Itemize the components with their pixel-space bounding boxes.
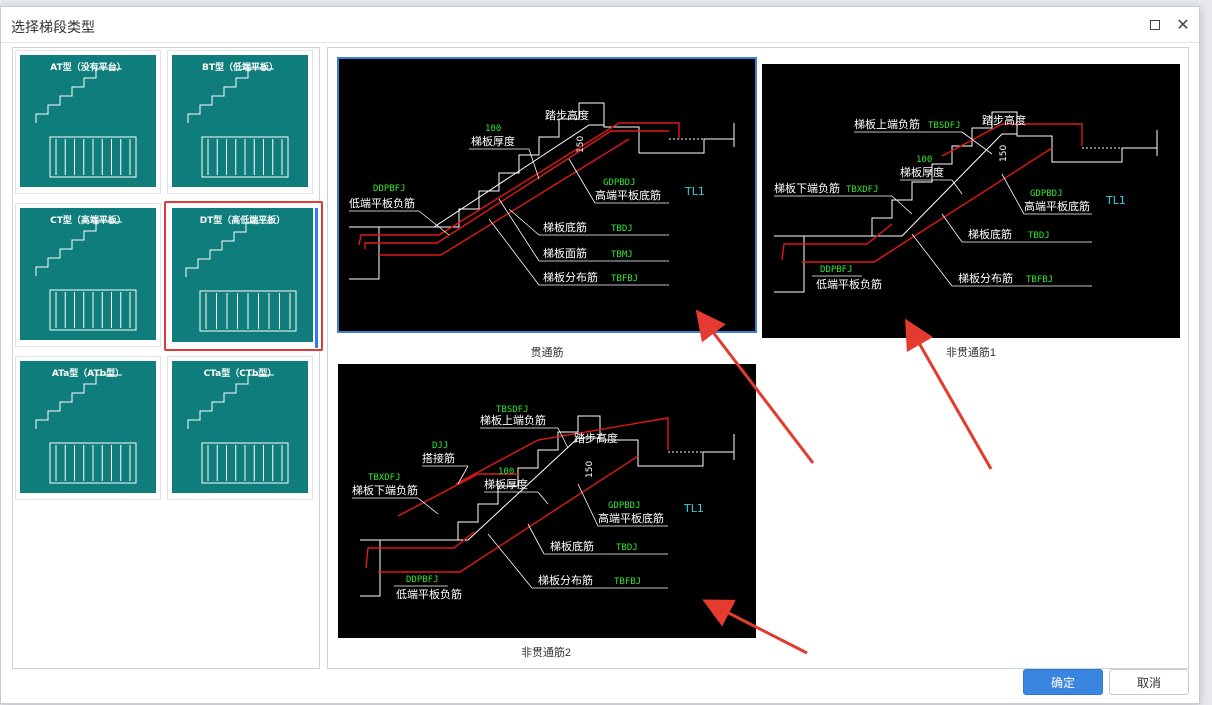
label-face-bar: 梯板面筋 [543,246,587,260]
rebar-diagram: 梯板上端负筋 踏步高度 150 梯板厚度 梯板下端负筋 高端平板底筋 梯板底筋 … [774,111,1158,293]
code-tbxdfj: TBXDFJ [846,185,879,195]
rebar-diagram: 梯板上端负筋 踏步高度 150 搭接筋 梯板下端负筋 梯板厚度 高端平板底筋 梯… [352,405,735,601]
cancel-button[interactable]: 取消 [1109,669,1189,695]
label-thickness: 梯板厚度 [471,134,515,148]
code-tbmj: TBMJ [611,250,633,260]
code-tbdj: TBDJ [611,224,633,234]
code-tbdj: TBDJ [1028,231,1050,241]
label-100: 100 [916,155,932,165]
code-tbxdfj: TBXDFJ [368,473,401,483]
label-lower-neg: 梯板下端负筋 [352,483,418,497]
rebar-option-non-through-1[interactable]: 梯板上端负筋 踏步高度 150 梯板厚度 梯板下端负筋 高端平板底筋 梯板底筋 … [762,64,1180,338]
rebar-option-caption: 非贯通筋1 [945,347,997,359]
rebar-option-panel: 踏步高度 150 梯板厚度 低端平板负筋 高端平板底筋 梯板底筋 梯板面筋 梯板… [327,47,1189,669]
label-dist-bar: 梯板分布筋 [543,270,598,284]
label-high-bottom: 高端平板底筋 [1024,199,1090,213]
code-tbsdfj: TBSDFJ [496,405,529,415]
title-bar: 选择梯段类型 ✕ [1,7,1199,43]
label-lower-neg: 梯板下端负筋 [774,181,840,195]
stair-type-list: AT型（没有平台） BT型（低端平板） CT型（高端平板） DT型（高低端平板）… [12,47,323,669]
rebar-option-through[interactable]: 踏步高度 150 梯板厚度 低端平板负筋 高端平板底筋 梯板底筋 梯板面筋 梯板… [337,57,757,333]
stair-type-cta[interactable]: CTa型（CTb型） [167,356,313,500]
label-bottom-bar: 梯板底筋 [543,220,587,234]
code-tbdj: TBDJ [616,543,638,553]
code-ddpbfj: DDPBFJ [373,184,406,194]
label-100: 100 [498,467,514,477]
label-low-neg: 低端平板负筋 [396,587,462,601]
label-dist-bar: 梯板分布筋 [958,271,1013,285]
rebar-option-non-through-2[interactable]: 梯板上端负筋 踏步高度 150 搭接筋 梯板下端负筋 梯板厚度 高端平板底筋 梯… [338,364,756,638]
rebar-diagram: 踏步高度 150 梯板厚度 低端平板负筋 高端平板底筋 梯板底筋 梯板面筋 梯板… [349,102,735,286]
code-gdpbdj: GDPBDJ [608,501,641,511]
stair-type-ct[interactable]: CT型（高端平板） [15,203,161,347]
label-150: 150 [576,136,586,153]
code-ddpbfj: DDPBFJ [820,265,853,275]
label-low-neg: 低端平板负筋 [816,277,882,291]
label-high-bottom: 高端平板底筋 [595,188,661,202]
label-upper-neg: 梯板上端负筋 [480,413,546,427]
code-tbfbj: TBFBJ [611,274,638,284]
label-thickness: 梯板厚度 [484,477,528,491]
code-tbsdfj: TBSDFJ [928,121,961,131]
label-150: 150 [999,145,1009,162]
label-step-height: 踏步高度 [982,113,1026,127]
rebar-option-caption: 非贯通筋2 [520,647,572,659]
label-high-bottom: 高端平板底筋 [598,511,664,525]
label-low-neg: 低端平板负筋 [349,196,415,210]
code-gdpbdj: GDPBDJ [1030,189,1063,199]
scrollbar-thumb[interactable] [315,208,318,348]
code-tbfbj: TBFBJ [1026,275,1053,285]
rebar-option-caption: 贯通筋 [530,347,564,359]
label-tl1: TL1 [683,502,704,515]
label-step-height: 踏步高度 [545,108,589,122]
code-djj: DJJ [432,441,448,451]
label-150: 150 [585,461,595,478]
dialog-title: 选择梯段类型 [11,19,95,35]
label-thickness: 梯板厚度 [900,165,944,179]
select-stair-type-dialog: 选择梯段类型 ✕ AT型（没有平台） BT型（低端平板） CT型（高端平板） D… [0,6,1200,704]
label-step-height: 踏步高度 [574,431,618,445]
stair-type-ata[interactable]: ATa型（ATb型） [15,356,161,500]
confirm-button[interactable]: 确定 [1023,669,1103,695]
stair-type-bt[interactable]: BT型（低端平板） [167,50,313,194]
stair-type-at[interactable]: AT型（没有平台） [15,50,161,194]
code-tbfbj: TBFBJ [614,577,641,587]
maximize-button[interactable] [1145,15,1165,35]
code-ddpbfj: DDPBFJ [406,575,439,585]
code-gdpbdj: GDPBDJ [603,178,636,188]
close-button[interactable]: ✕ [1173,15,1193,35]
maximize-icon [1150,20,1160,30]
label-dist-bar: 梯板分布筋 [538,573,593,587]
label-upper-neg: 梯板上端负筋 [854,117,920,131]
close-icon: ✕ [1176,17,1190,34]
label-bottom-bar: 梯板底筋 [968,227,1012,241]
label-lap-bar: 搭接筋 [422,451,455,465]
label-bottom-bar: 梯板底筋 [550,539,594,553]
stair-type-dt[interactable]: DT型（高低端平板） [164,201,323,351]
label-100: 100 [485,124,501,134]
label-tl1: TL1 [684,185,705,198]
label-tl1: TL1 [1105,194,1126,207]
